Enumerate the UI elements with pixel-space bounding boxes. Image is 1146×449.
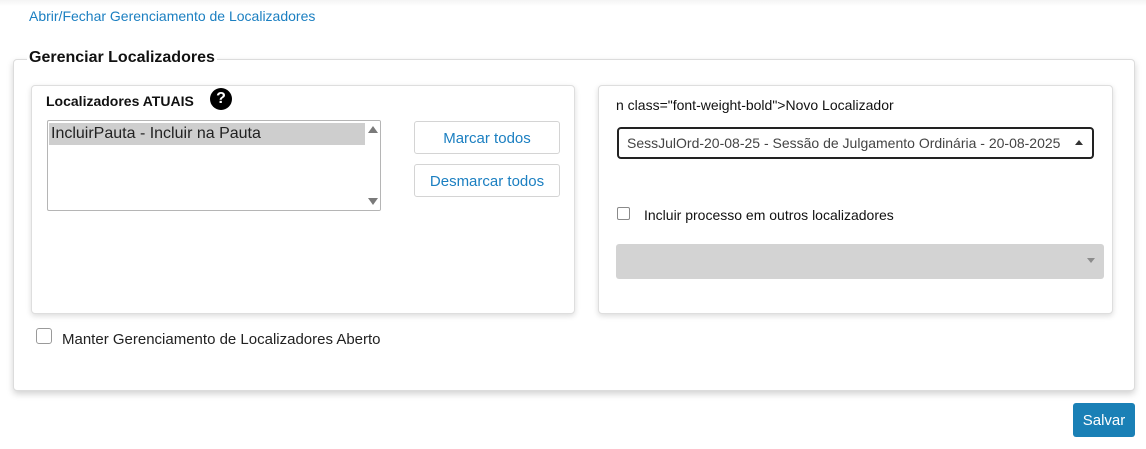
caret-up-icon <box>1075 140 1083 145</box>
incluir-outros-checkbox[interactable] <box>617 207 630 220</box>
desmarcar-todos-button[interactable]: Desmarcar todos <box>414 164 560 197</box>
arrow-up-icon[interactable] <box>368 126 378 133</box>
listbox-scrollbar[interactable] <box>365 121 380 210</box>
marcar-todos-button[interactable]: Marcar todos <box>414 121 560 154</box>
novo-localizador-title: n class="font-weight-bold">Novo Localiza… <box>616 97 894 113</box>
novo-localizador-selected-value: SessJulOrd-20-08-25 - Sessão de Julgamen… <box>627 135 1061 151</box>
localizadores-atuais-listbox[interactable]: IncluirPauta - Incluir na Pauta <box>47 120 381 211</box>
novo-localizador-select[interactable]: SessJulOrd-20-08-25 - Sessão de Julgamen… <box>617 127 1094 159</box>
manter-aberto-label[interactable]: Manter Gerenciamento de Localizadores Ab… <box>62 331 381 348</box>
novo-localizador-card: n class="font-weight-bold">Novo Localiza… <box>598 85 1113 314</box>
question-circle-icon[interactable]: ? <box>210 88 232 110</box>
list-option[interactable]: IncluirPauta - Incluir na Pauta <box>49 123 365 145</box>
localizadores-atuais-card: Localizadores ATUAIS ? IncluirPauta - In… <box>31 85 575 314</box>
outros-localizadores-select <box>616 244 1104 279</box>
top-shadow <box>0 0 1146 6</box>
arrow-down-icon[interactable] <box>368 198 378 205</box>
salvar-button[interactable]: Salvar <box>1073 403 1135 437</box>
caret-down-icon <box>1087 258 1095 263</box>
toggle-localizadores-link[interactable]: Abrir/Fechar Gerenciamento de Localizado… <box>29 8 315 24</box>
manter-aberto-checkbox[interactable] <box>36 328 52 344</box>
panel-legend: Gerenciar Localizadores <box>27 49 217 67</box>
incluir-outros-label[interactable]: Incluir processo em outros localizadores <box>644 207 894 223</box>
localizadores-atuais-title: Localizadores ATUAIS <box>46 93 194 109</box>
